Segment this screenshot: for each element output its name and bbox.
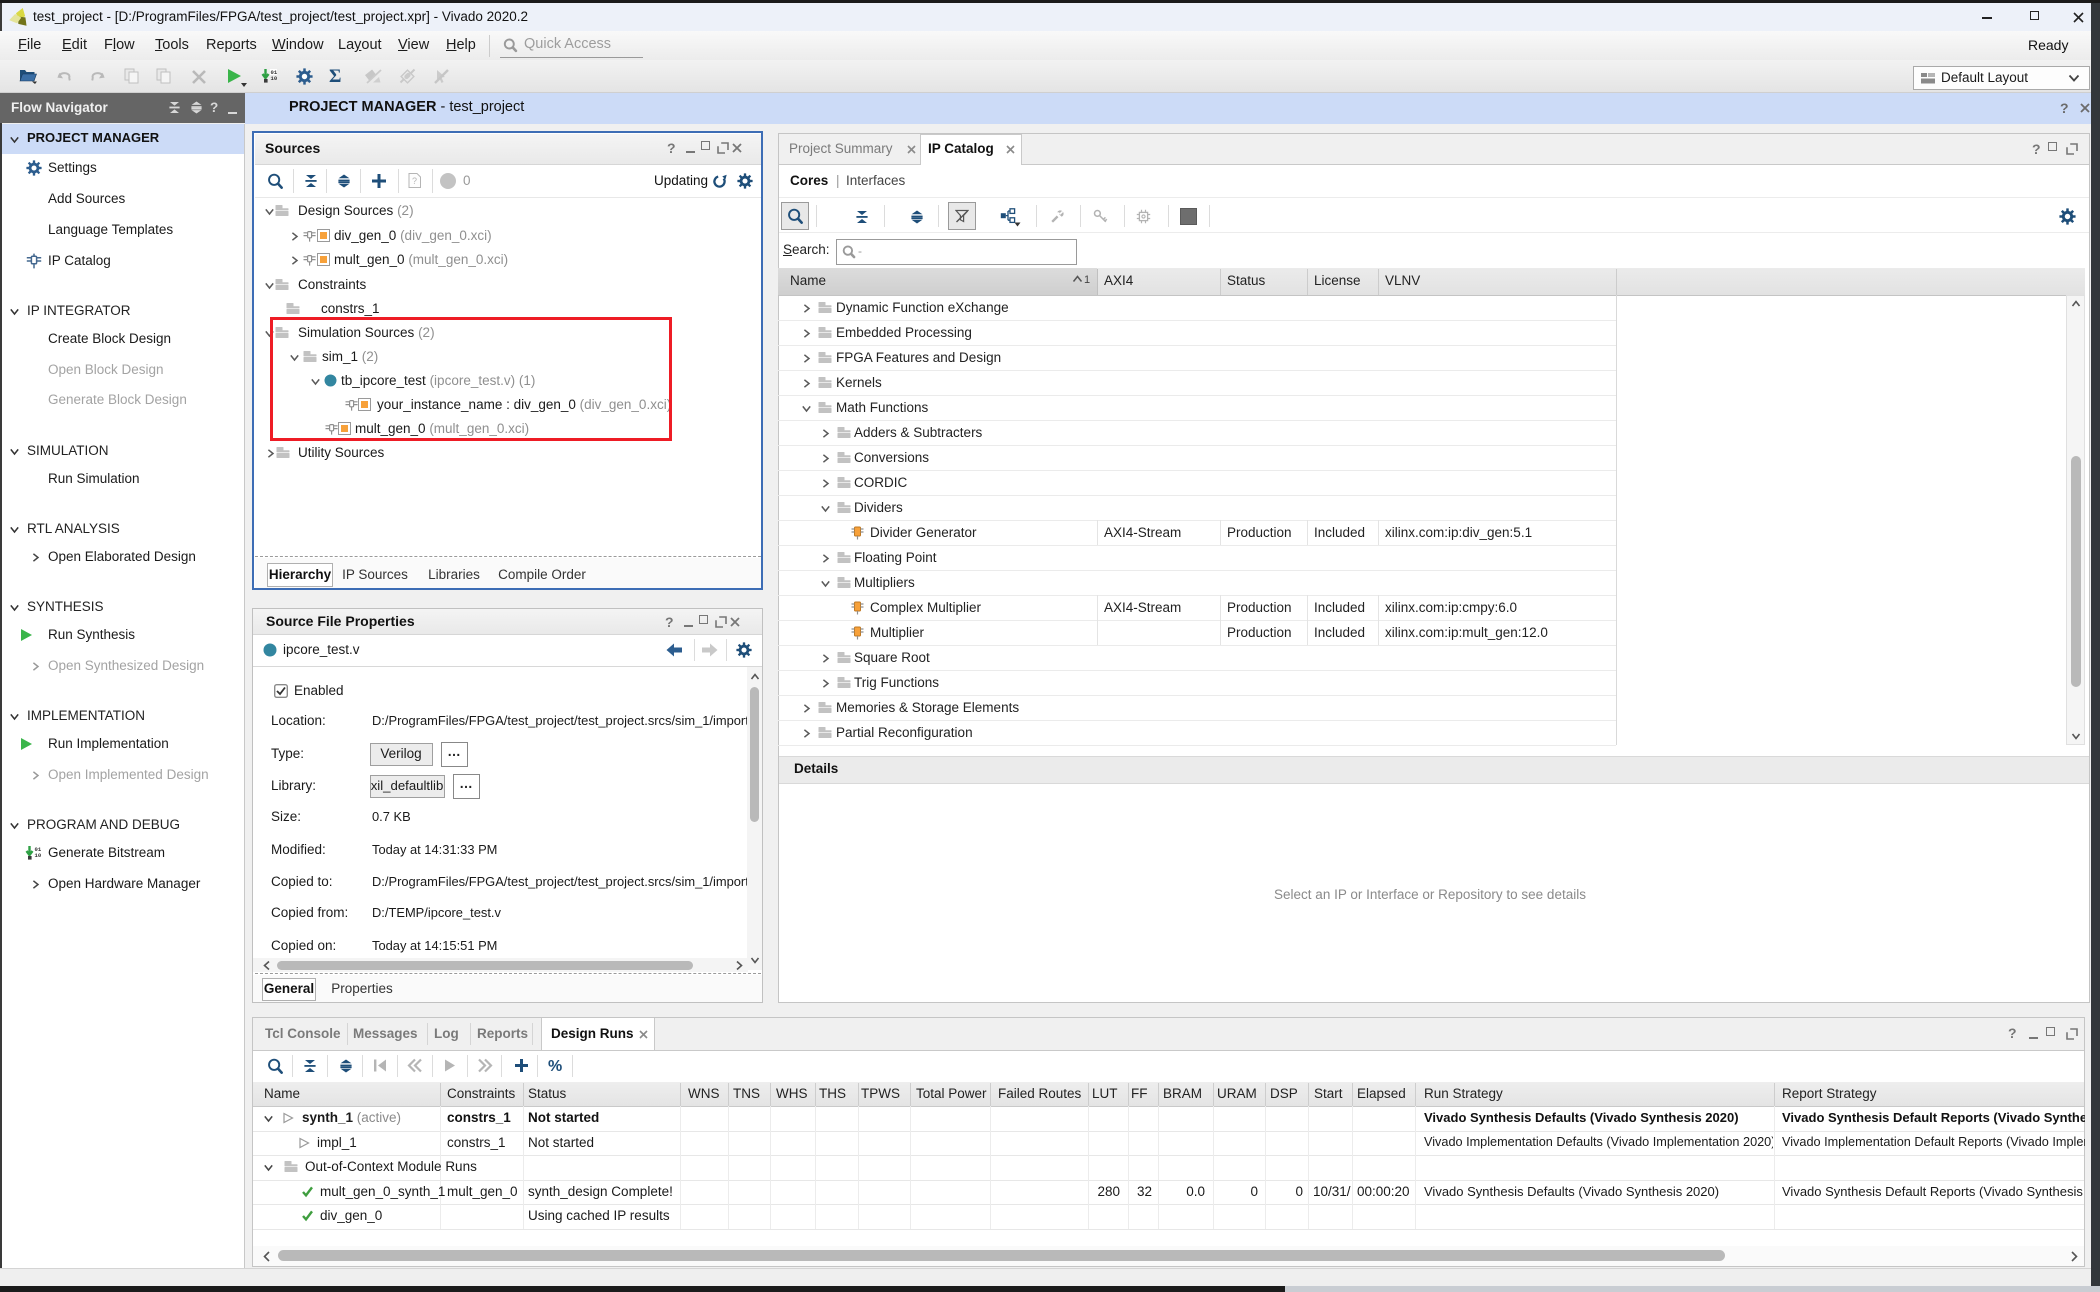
svg-text:10: 10 xyxy=(35,852,42,859)
svg-text:10: 10 xyxy=(271,75,278,82)
svg-text:?: ? xyxy=(412,176,417,186)
